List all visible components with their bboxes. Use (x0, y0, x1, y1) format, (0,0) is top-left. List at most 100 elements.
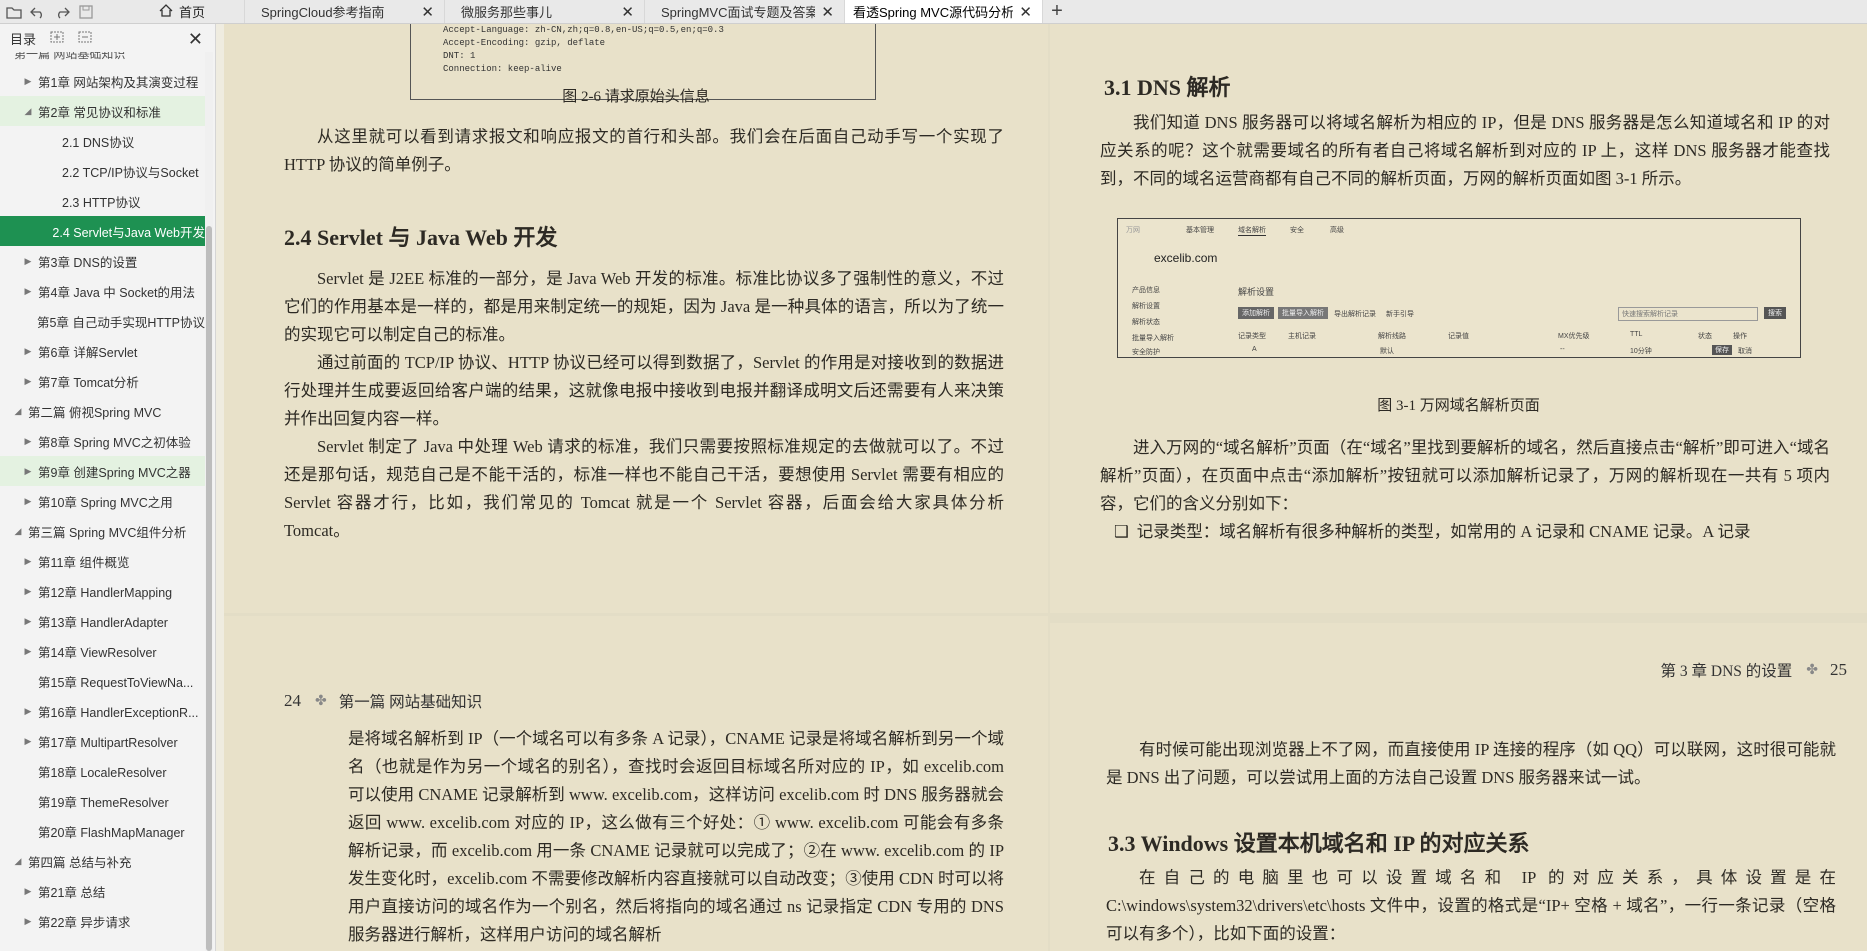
toc-item[interactable]: ▶ 第21章 总结 (0, 876, 205, 906)
collapse-arrow-icon[interactable]: ▶ (22, 916, 34, 927)
tab-microservices[interactable]: 微服务那些事儿 ✕ (445, 0, 645, 23)
toc-item-label: 第19章 ThemeResolver (38, 795, 169, 810)
collapse-arrow-icon[interactable]: ▶ (22, 376, 34, 387)
toc-item[interactable]: ▶ 第16章 HandlerExceptionR... (0, 696, 205, 726)
tab-label: SpringMVC面试专题及答案 * (661, 5, 816, 20)
expand-arrow-icon[interactable]: ◢ (12, 856, 24, 867)
toc-item[interactable]: ▶ 第9章 创建Spring MVC之器 (0, 456, 205, 486)
collapse-arrow-icon[interactable]: ▶ (22, 286, 34, 297)
document-viewer[interactable]: Accept-Language: zh-CN,zh;q=0.8,en-US;q=… (224, 24, 1867, 951)
new-tab-button[interactable]: + (1043, 0, 1071, 23)
toc-item[interactable]: ▶ 第13章 HandlerAdapter (0, 606, 205, 636)
section-heading: 3.3 Windows 设置本机域名和 IP 的对应关系 (1108, 831, 1530, 856)
toc-item-label: 2.1 DNS协议 (62, 135, 135, 150)
toc-item-label: 第5章 自己动手实现HTTP协议 (36, 315, 205, 330)
toc-partial-item[interactable]: 第一篇 网站基础知识 (0, 52, 205, 66)
toc-item[interactable]: 2.2 TCP/IP协议与Socket (0, 156, 205, 186)
toc-item-label: 第10章 Spring MVC之用 (38, 495, 173, 510)
scrollbar-thumb[interactable] (206, 226, 212, 951)
toc-item[interactable]: ▶ 第10章 Spring MVC之用 (0, 486, 205, 516)
collapse-arrow-icon[interactable]: ▶ (22, 346, 34, 357)
collapse-arrow-icon[interactable]: ▶ (22, 466, 34, 477)
screenshot-cell: A (1252, 346, 1257, 353)
page-header: 24 ✤ 第一篇 网站基础知识 (284, 690, 482, 712)
collapse-all-icon[interactable] (78, 31, 92, 46)
collapse-arrow-icon[interactable]: ▶ (22, 496, 34, 507)
paragraph: 在自己的电脑里也可以设置域名和 IP 的对应关系，具体设置是在 C:\windo… (1106, 868, 1836, 943)
expand-arrow-icon[interactable]: ◢ (12, 406, 24, 417)
toc-item[interactable]: ▶ 第7章 Tomcat分析 (0, 366, 205, 396)
toc-list: 第一篇 网站基础知识 ▶ 第1章 网站架构及其演变过程 ◢ 第2章 常见协议和标准 2.… (0, 52, 205, 951)
collapse-arrow-icon[interactable]: ▶ (22, 256, 34, 267)
collapse-arrow-icon[interactable]: ▶ (22, 706, 34, 717)
toc-item[interactable]: ▶ 第3章 DNS的设置 (0, 246, 205, 276)
paragraph: 有时候可能出现浏览器上不了网，而直接使用 IP 连接的程序（如 QQ）可以联网，… (1106, 740, 1836, 787)
toc-item[interactable]: ▶ 第11章 组件概览 (0, 546, 205, 576)
toc-item[interactable]: ▶ 第12章 HandlerMapping (0, 576, 205, 606)
toc-item[interactable]: 2.3 HTTP协议 (0, 186, 205, 216)
expand-arrow-icon[interactable]: ◢ (22, 106, 34, 117)
toc-item[interactable]: 2.1 DNS协议 (0, 126, 205, 156)
toc-scrollbar[interactable] (205, 52, 213, 951)
toc-item-label: 第7章 Tomcat分析 (38, 375, 139, 390)
toc-item[interactable]: ▶ 第6章 详解Servlet (0, 336, 205, 366)
screenshot-button: 批量导入解析 (1278, 307, 1328, 319)
expand-all-icon[interactable] (50, 31, 64, 46)
toc-item[interactable]: ◢ 第三篇 Spring MVC组件分析 (0, 516, 205, 546)
close-icon[interactable]: ✕ (421, 3, 434, 21)
screenshot-button: 导出解析记录 (1334, 311, 1376, 318)
toc-item[interactable]: 第20章 FlashMapManager (0, 816, 205, 846)
collapse-arrow-icon[interactable]: ▶ (22, 76, 34, 87)
screenshot-col: 状态 (1698, 333, 1712, 340)
screenshot-col: 解析线路 (1378, 333, 1406, 340)
tab-springcloud[interactable]: SpringCloud参考指南 ✕ (245, 0, 445, 23)
screenshot-button: 添加解析 (1238, 307, 1274, 319)
close-icon[interactable]: ✕ (1019, 3, 1032, 21)
toc-item[interactable]: 第19章 ThemeResolver (0, 786, 205, 816)
toc-item[interactable]: ▶ 第14章 ViewResolver (0, 636, 205, 666)
toc-item[interactable]: ◢ 第2章 常见协议和标准 (0, 96, 205, 126)
toc-item[interactable]: ▶ 第22章 异步请求 (0, 906, 205, 936)
toc-item-label: 第17章 MultipartResolver (38, 735, 178, 750)
toc-item[interactable]: 第15章 RequestToViewNa... (0, 666, 205, 696)
tab-springmvc-interview[interactable]: SpringMVC面试专题及答案 * ✕ (645, 0, 845, 23)
tab-label: SpringCloud参考指南 (261, 5, 385, 20)
toc-item-label: 2.4 Servlet与Java Web开发 (52, 225, 205, 240)
toc-item[interactable]: ▶ 第8章 Spring MVC之初体验 (0, 426, 205, 456)
collapse-arrow-icon[interactable]: ▶ (22, 736, 34, 747)
tab-label: 看透Spring MVC源代码分析... (853, 5, 1014, 20)
folder-icon[interactable] (6, 5, 22, 19)
toc-item[interactable]: ▶ 第4章 Java 中 Socket的用法 (0, 276, 205, 306)
collapse-arrow-icon[interactable]: ▶ (22, 616, 34, 627)
toc-item[interactable]: ◢ 第四篇 总结与补充 (0, 846, 205, 876)
close-icon[interactable]: ✕ (621, 3, 634, 21)
page-25-top: 3.1 DNS 解析 我们知道 DNS 服务器可以将域名解析为相应的 IP，但是… (1050, 24, 1867, 613)
tab-springmvc-source[interactable]: 看透Spring MVC源代码分析... ✕ (845, 0, 1043, 23)
tab-bar: 首页 SpringCloud参考指南 ✕ 微服务那些事儿 ✕ SpringMVC… (0, 0, 1867, 24)
close-icon[interactable]: ✕ (821, 3, 834, 21)
tab-home[interactable]: 首页 (120, 0, 245, 23)
expand-arrow-icon[interactable]: ◢ (12, 526, 24, 537)
collapse-arrow-icon[interactable]: ▶ (22, 586, 34, 597)
screenshot-section: 解析设置 (1238, 287, 1275, 297)
collapse-arrow-icon[interactable]: ▶ (22, 886, 34, 897)
toc-item[interactable]: 第5章 自己动手实现HTTP协议 (0, 306, 205, 336)
toc-item[interactable]: ◢ 第二篇 俯视Spring MVC (0, 396, 205, 426)
toc-item[interactable]: ▶ 第1章 网站架构及其演变过程 (0, 66, 205, 96)
toc-item[interactable]: 第18章 LocaleResolver (0, 756, 205, 786)
toc-item[interactable]: 2.4 Servlet与Java Web开发 (0, 216, 205, 246)
screenshot-tab: 安全 (1290, 227, 1304, 234)
undo-icon[interactable] (30, 5, 46, 19)
collapse-arrow-icon[interactable]: ▶ (22, 556, 34, 567)
collapse-arrow-icon[interactable]: ▶ (22, 646, 34, 657)
screenshot-tab: 域名解析 (1238, 227, 1266, 236)
close-icon[interactable]: ✕ (188, 29, 203, 50)
redo-icon[interactable] (54, 5, 70, 19)
save-icon[interactable] (78, 4, 94, 19)
tab-label: 微服务那些事儿 (461, 5, 553, 20)
screenshot-side: 产品信息 (1132, 287, 1160, 294)
tab-home-label: 首页 (178, 5, 205, 20)
toc-item[interactable]: ▶ 第17章 MultipartResolver (0, 726, 205, 756)
toc-item-label: 第三篇 Spring MVC组件分析 (28, 525, 187, 540)
collapse-arrow-icon[interactable]: ▶ (22, 436, 34, 447)
